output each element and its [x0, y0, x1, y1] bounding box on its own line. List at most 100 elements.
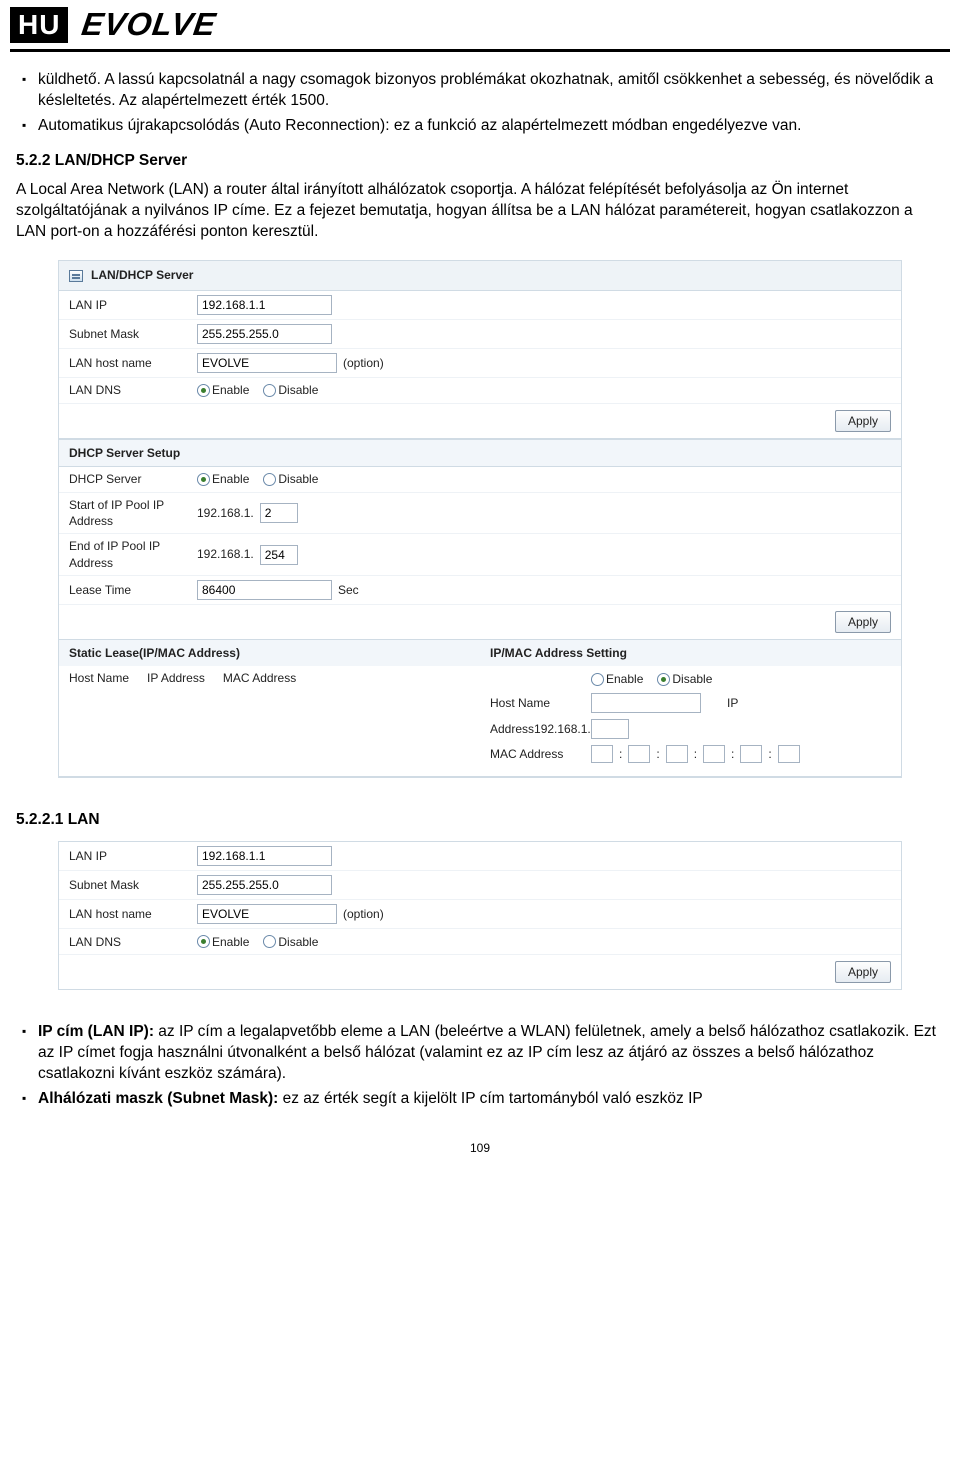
static-lease-col-ip: IP Address [147, 670, 205, 686]
subnet-mask-input[interactable] [197, 875, 332, 895]
intro-bullet: Automatikus újrakapcsolódás (Auto Reconn… [16, 116, 944, 137]
dhcp-enable-radio[interactable]: Enable [197, 471, 249, 487]
ipmac-host-row: Host Name IP [490, 690, 891, 716]
radio-icon [263, 384, 276, 397]
ipmac-mac-row: MAC Address : : : : : [490, 742, 891, 766]
lan-host-input[interactable] [197, 904, 337, 924]
lan-dns-label: LAN DNS [69, 934, 197, 950]
lan-ip-input[interactable] [197, 846, 332, 866]
apply-button[interactable]: Apply [835, 611, 891, 633]
ipmac-disable-radio[interactable]: Disable [657, 671, 712, 687]
lan-host-option: (option) [343, 906, 384, 922]
dhcp-disable-radio[interactable]: Disable [263, 471, 318, 487]
radio-icon [591, 673, 604, 686]
section-heading-522: 5.2.2 LAN/DHCP Server [16, 151, 944, 172]
section-522-text: A Local Area Network (LAN) a router álta… [16, 180, 944, 243]
lan-host-label: LAN host name [69, 355, 197, 371]
radio-icon [263, 473, 276, 486]
header-divider [10, 49, 950, 52]
apply-row-lan-2: Apply [59, 955, 901, 989]
ipmac-addr-input[interactable] [591, 719, 629, 739]
radio-icon [197, 473, 210, 486]
ip-pool-start-input[interactable] [260, 503, 298, 523]
radio-label: Enable [606, 671, 643, 687]
dhcp-server-row: DHCP Server Enable Disable [59, 467, 901, 493]
radio-icon [657, 673, 670, 686]
apply-row-lan: Apply [59, 404, 901, 439]
ip-pool-end-input[interactable] [260, 545, 298, 565]
ipmac-mac-label: MAC Address [490, 746, 585, 762]
dhcp-section-header: DHCP Server Setup [59, 439, 901, 467]
page-header: HU EVOLVE [0, 0, 960, 45]
ipmac-column: IP/MAC Address Setting Enable Disable Ho… [480, 640, 901, 776]
lease-time-label: Lease Time [69, 582, 197, 598]
static-lease-column: Static Lease(IP/MAC Address) Host Name I… [59, 640, 480, 776]
radio-label: Disable [672, 671, 712, 687]
mac-octet-input[interactable] [591, 745, 613, 763]
ipmac-enable-radio[interactable]: Enable [591, 671, 643, 687]
radio-label: Disable [278, 382, 318, 398]
bullet-bold: IP cím (LAN IP): [38, 1023, 154, 1040]
lan-dns-label: LAN DNS [69, 382, 197, 398]
radio-label: Enable [212, 382, 249, 398]
ipmac-address-row: Address192.168.1. [490, 716, 891, 742]
lease-time-input[interactable] [197, 580, 332, 600]
lan-ip-label: LAN IP [69, 297, 197, 313]
radio-label: Disable [278, 471, 318, 487]
mac-octet-input[interactable] [778, 745, 800, 763]
lan-dns-enable-radio[interactable]: Enable [197, 934, 249, 950]
radio-label: Enable [212, 471, 249, 487]
lan-ip-input[interactable] [197, 295, 332, 315]
radio-icon [197, 384, 210, 397]
intro-bullet-list: küldhető. A lassú kapcsolatnál a nagy cs… [16, 70, 944, 137]
apply-button[interactable]: Apply [835, 410, 891, 432]
end-bullet-ip: IP cím (LAN IP): az IP cím a legalapvető… [16, 1022, 944, 1085]
lan-dhcp-panel: LAN/DHCP Server LAN IP Subnet Mask LAN h… [58, 260, 902, 778]
ipmac-ip-suffix: IP [727, 695, 738, 711]
static-lease-header: Static Lease(IP/MAC Address) [59, 640, 480, 666]
page-number: 109 [16, 1140, 944, 1156]
lan-host-row-2: LAN host name (option) [59, 900, 901, 929]
lan-host-input[interactable] [197, 353, 337, 373]
static-lease-ipmac-row: Static Lease(IP/MAC Address) Host Name I… [59, 640, 901, 777]
panel-titlebar: LAN/DHCP Server [59, 261, 901, 290]
end-bullet-list: IP cím (LAN IP): az IP cím a legalapvető… [16, 1022, 944, 1110]
subnet-mask-input[interactable] [197, 324, 332, 344]
lan-host-row: LAN host name (option) [59, 349, 901, 378]
mac-octet-input[interactable] [740, 745, 762, 763]
ipmac-enable-row: Enable Disable [490, 668, 891, 690]
ipmac-addr-label: Address [490, 722, 534, 736]
ip-pool-end-label: End of IP Pool IP Address [69, 538, 197, 570]
radio-label: Disable [278, 934, 318, 950]
ip-pool-start-row: Start of IP Pool IP Address 192.168.1. [59, 493, 901, 534]
lan-dns-disable-radio[interactable]: Disable [263, 934, 318, 950]
lan-dns-row: LAN DNS Enable Disable [59, 378, 901, 404]
mac-octet-input[interactable] [666, 745, 688, 763]
bullet-text: az IP cím a legalapvetőbb eleme a LAN (b… [38, 1023, 936, 1082]
lan-dns-enable-radio[interactable]: Enable [197, 382, 249, 398]
radio-icon [263, 935, 276, 948]
static-lease-col-host: Host Name [69, 670, 129, 686]
brand-logo: EVOLVE [80, 6, 219, 43]
lan-dns-disable-radio[interactable]: Disable [263, 382, 318, 398]
lan-host-label: LAN host name [69, 906, 197, 922]
language-badge: HU [10, 7, 68, 43]
end-bullet-subnet: Alhálózati maszk (Subnet Mask): ez az ér… [16, 1089, 944, 1110]
apply-button[interactable]: Apply [835, 961, 891, 983]
page-content: küldhető. A lassú kapcsolatnál a nagy cs… [0, 70, 960, 1176]
ipmac-addr-prefix: 192.168.1. [534, 722, 591, 736]
subnet-mask-label: Subnet Mask [69, 326, 197, 342]
ipmac-host-label: Host Name [490, 695, 585, 711]
mac-octet-input[interactable] [703, 745, 725, 763]
ip-pool-start-prefix: 192.168.1. [197, 505, 254, 521]
ipmac-header: IP/MAC Address Setting [480, 640, 901, 666]
intro-bullet: küldhető. A lassú kapcsolatnál a nagy cs… [16, 70, 944, 112]
panel-icon [69, 270, 83, 282]
lan-ip-row: LAN IP [59, 291, 901, 320]
static-lease-body: Host Name IP Address MAC Address [59, 666, 480, 720]
ip-pool-end-prefix: 192.168.1. [197, 546, 254, 562]
ip-pool-end-row: End of IP Pool IP Address 192.168.1. [59, 534, 901, 575]
ipmac-host-input[interactable] [591, 693, 701, 713]
lan-ip-label: LAN IP [69, 848, 197, 864]
mac-octet-input[interactable] [628, 745, 650, 763]
